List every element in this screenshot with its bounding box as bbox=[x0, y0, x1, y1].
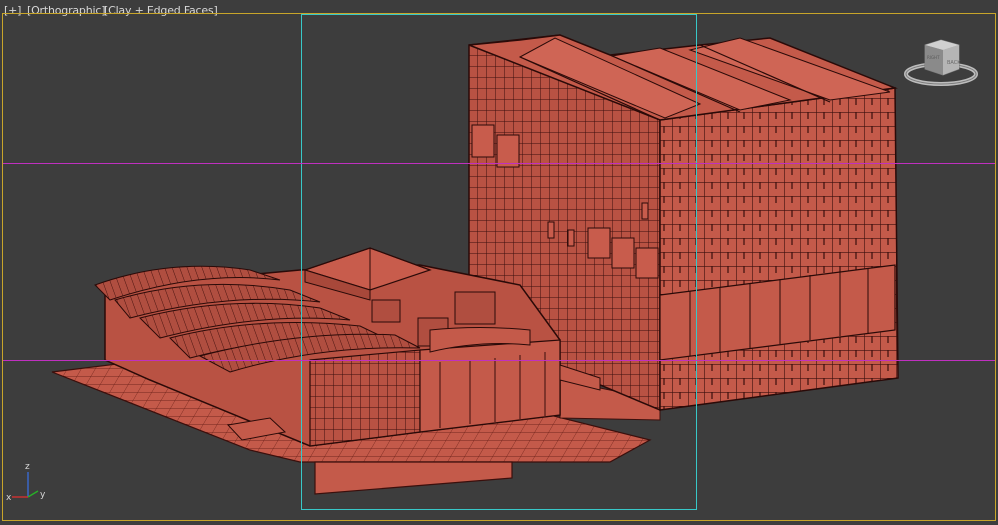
axis-x-label: x bbox=[6, 493, 12, 503]
scene-canvas[interactable]: z y x bbox=[0, 0, 998, 525]
viewcube[interactable]: BACK RIGHT bbox=[903, 37, 979, 87]
axis-y-label: y bbox=[40, 490, 46, 500]
viewport[interactable]: [+] [Orthographic] [Clay + Edged Faces] bbox=[0, 0, 998, 525]
axis-gizmo: z y x bbox=[6, 462, 46, 503]
axis-z-label: z bbox=[25, 462, 30, 472]
viewcube-face-label: BACK bbox=[947, 60, 961, 66]
viewcube-side-label: RIGHT bbox=[927, 55, 940, 60]
